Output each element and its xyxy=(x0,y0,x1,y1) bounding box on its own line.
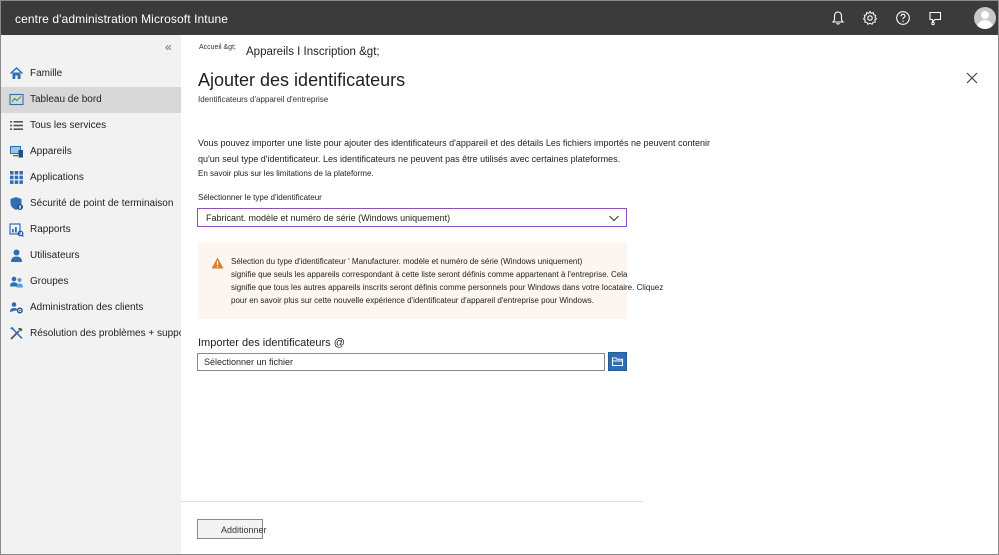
identifier-type-dropdown[interactable]: Fabricant. modèle et numéro de série (Wi… xyxy=(197,208,627,227)
close-icon[interactable] xyxy=(965,71,979,85)
tenant-gear-icon xyxy=(10,302,23,314)
user-icon xyxy=(11,249,22,262)
breadcrumb[interactable]: Appareils I Inscription &gt; xyxy=(246,46,380,58)
sidebar-item-label: Famille xyxy=(30,68,63,79)
list-icon xyxy=(10,121,23,130)
groups-icon xyxy=(10,276,23,288)
sidebar-item-groupes[interactable]: Groupes xyxy=(1,269,181,295)
description-text: qu'un seul type d'identificateur. Les id… xyxy=(198,154,621,164)
page-subtitle: Identificateurs d'appareil d'entreprise xyxy=(198,95,329,104)
avatar[interactable] xyxy=(974,7,996,29)
warning-text: signifie que tous les autres appareils i… xyxy=(231,283,664,292)
sidebar-item-resolution-problemes-support[interactable]: Résolution des problèmes + support xyxy=(1,321,190,347)
footer-divider xyxy=(181,501,643,502)
collapse-sidebar-icon[interactable]: « xyxy=(165,40,172,54)
feedback-icon[interactable] xyxy=(927,10,943,26)
sidebar-item-label: Administration des clients xyxy=(30,302,144,313)
sidebar-item-label: Sécurité de point de terminaison xyxy=(30,198,174,209)
add-button[interactable]: Additionner xyxy=(197,519,267,539)
sidebar-item-utilisateurs[interactable]: Utilisateurs xyxy=(1,243,181,269)
identifier-type-label: Sélectionner le type d'identificateur xyxy=(198,193,322,202)
app-title: centre d'administration Microsoft Intune xyxy=(15,12,229,26)
apps-grid-icon xyxy=(10,171,23,184)
limitations-link[interactable]: En savoir plus sur les limitations de la… xyxy=(198,169,374,178)
folder-icon xyxy=(612,357,623,366)
sidebar-item-label: Applications xyxy=(30,172,84,183)
sidebar-item-tous-les-services[interactable]: Tous les services xyxy=(1,113,181,139)
top-bar: centre d'administration Microsoft Intune xyxy=(1,1,998,35)
sidebar-item-label: Utilisateurs xyxy=(30,250,80,261)
file-select-placeholder: Sélectionner un fichier xyxy=(204,357,294,367)
warning-text: pour en savoir plus sur cette nouvelle e… xyxy=(231,296,595,305)
warning-icon xyxy=(211,257,224,269)
identifier-type-value: Fabricant. modèle et numéro de série (Wi… xyxy=(206,213,451,223)
dashboard-icon xyxy=(9,93,24,106)
help-icon[interactable] xyxy=(895,10,911,26)
sidebar: « Famille Tableau de bord Tous les servi… xyxy=(1,35,190,554)
warning-banner: Sélection du type d'identificateur ' Man… xyxy=(198,242,663,319)
sidebar-item-appareils[interactable]: Appareils xyxy=(1,139,181,165)
sidebar-item-rapports[interactable]: Rapports xyxy=(1,217,181,243)
sidebar-item-label: Tableau de bord xyxy=(30,94,102,105)
sidebar-item-securite-point-de-terminaison[interactable]: Sécurité de point de terminaison xyxy=(1,191,181,217)
sidebar-item-applications[interactable]: Applications xyxy=(1,165,181,191)
tools-icon xyxy=(10,327,23,340)
description-text: Vous pouvez importer une liste pour ajou… xyxy=(198,138,711,148)
warning-text: signifie que seuls les appareils corresp… xyxy=(231,270,628,279)
sidebar-item-famille[interactable]: Famille xyxy=(1,61,181,87)
gear-icon[interactable] xyxy=(862,10,878,26)
app-window: centre d'administration Microsoft Intune… xyxy=(0,0,999,555)
page-title: Ajouter des identificateurs xyxy=(198,70,406,90)
home-icon xyxy=(9,66,24,79)
bell-icon[interactable] xyxy=(830,10,846,26)
sidebar-item-label: Rapports xyxy=(30,224,71,235)
browse-file-button[interactable] xyxy=(608,352,627,371)
reports-icon xyxy=(9,223,24,237)
sidebar-item-tableau-de-bord[interactable]: Tableau de bord xyxy=(1,87,181,113)
main-panel: Accueil &gt; Appareils I Inscription &gt… xyxy=(181,35,998,554)
chevron-down-icon xyxy=(609,215,619,222)
sidebar-item-administration-des-clients[interactable]: Administration des clients xyxy=(1,295,181,321)
devices-icon xyxy=(10,146,23,158)
add-button-label: Additionner xyxy=(221,525,267,535)
sidebar-item-label: Résolution des problèmes + support xyxy=(30,328,191,339)
shield-icon xyxy=(10,197,23,210)
breadcrumb-home-link[interactable]: Accueil &gt; xyxy=(199,44,236,51)
file-select-input[interactable]: Sélectionner un fichier xyxy=(197,353,605,371)
sidebar-item-label: Appareils xyxy=(30,146,72,157)
import-identifiers-label: Importer des identificateurs @ xyxy=(198,337,345,349)
warning-text: Sélection du type d'identificateur ' Man… xyxy=(231,257,583,266)
sidebar-item-label: Groupes xyxy=(30,276,69,287)
sidebar-item-label: Tous les services xyxy=(30,120,107,131)
